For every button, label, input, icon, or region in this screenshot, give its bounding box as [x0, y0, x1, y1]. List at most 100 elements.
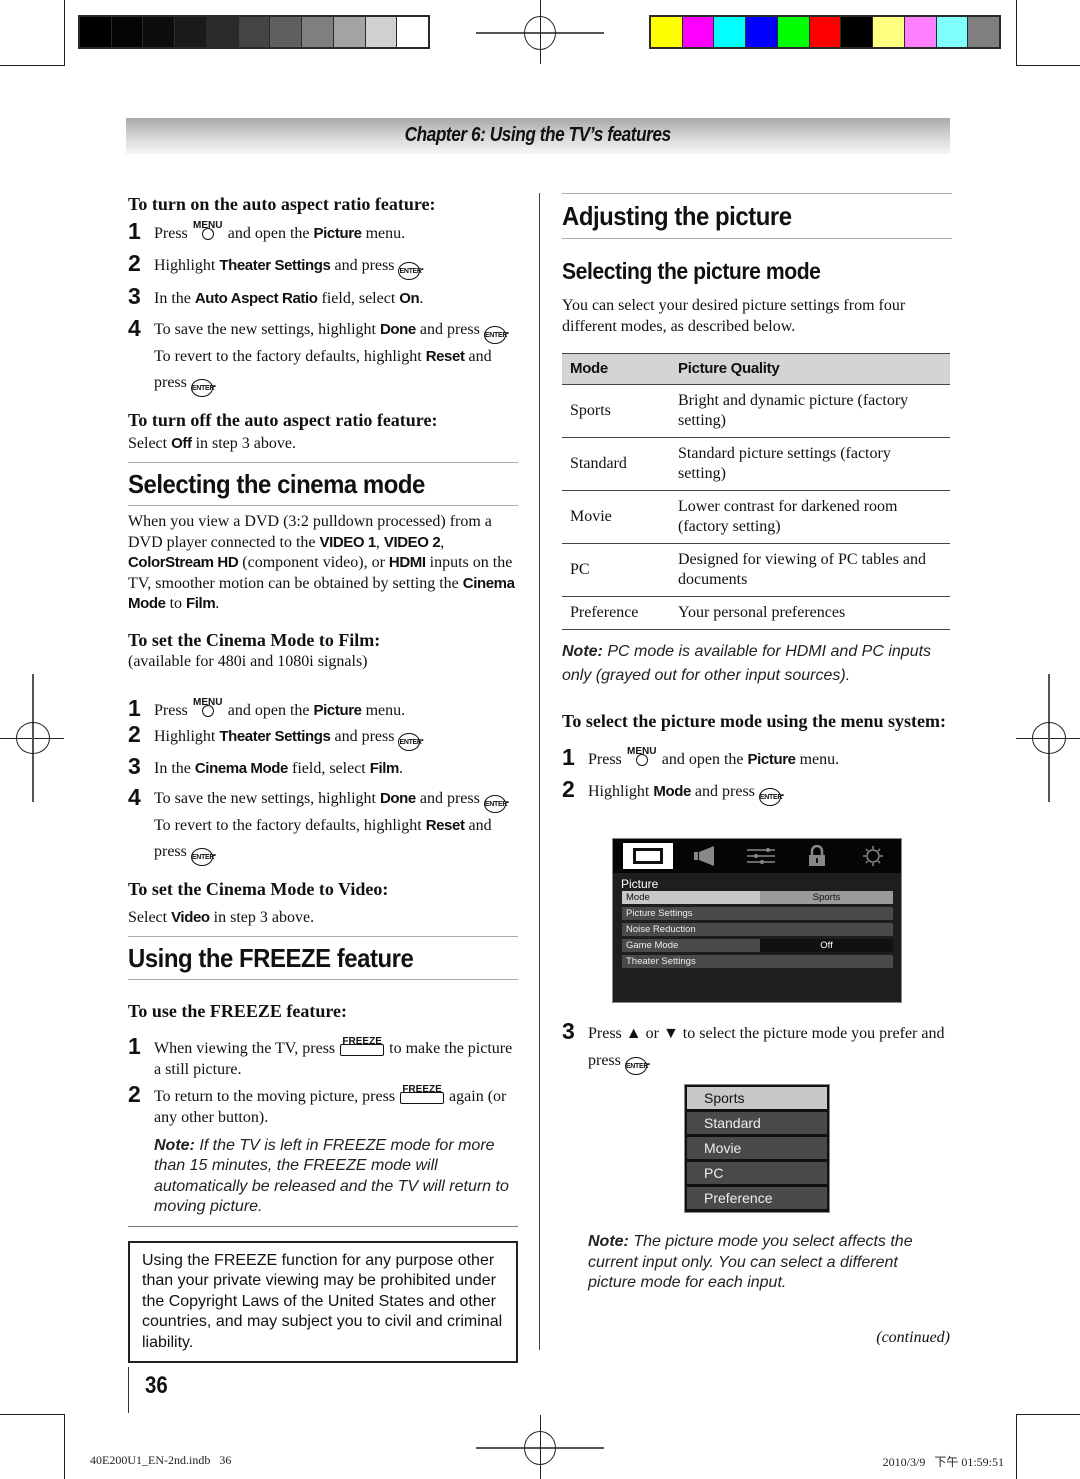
right-column: Adjusting the picture Selecting the pict… [562, 190, 952, 1346]
quality-cell: Designed for viewing of PC tables and do… [670, 543, 950, 597]
color-swatch [936, 17, 968, 47]
freeze-button-icon: FREEZE [339, 1036, 385, 1056]
color-swatch [714, 17, 746, 47]
enter-button-icon: ENTER [398, 262, 422, 280]
section-rule [128, 978, 518, 980]
picture-mode-option[interactable]: Sports [687, 1087, 827, 1109]
color-calibration-bar [649, 15, 1001, 49]
tv-menu-row-value: Sports [760, 891, 893, 904]
auto-on-step-1: 1 Press MENU and open the Picture menu. [128, 218, 406, 244]
cinema-mode-description: When you view a DVD (3:2 pulldown proces… [128, 513, 515, 612]
enter-button-icon: ENTER [190, 379, 214, 397]
cinema-mode-heading: Selecting the cinema mode [128, 469, 425, 499]
menu-button-icon: MENU [192, 220, 224, 240]
auto-off-text: Select Off in step 3 above. [128, 435, 296, 452]
film-step-1: 1 Press MENU and open the Picture menu. [128, 694, 406, 721]
gray-swatch [111, 17, 143, 47]
video-heading: To set the Cinema Mode to Video: [128, 878, 389, 899]
tv-menu-row[interactable]: Mode Sports [622, 891, 893, 904]
color-swatch [777, 17, 809, 47]
adjusting-picture-heading: Adjusting the picture [562, 201, 792, 231]
down-arrow-icon: ▼ [662, 1025, 679, 1042]
freeze-button-icon: FREEZE [399, 1084, 445, 1104]
picture-tab-icon [623, 843, 674, 869]
registration-mark-bottom [476, 1415, 604, 1479]
picture-mode-option[interactable]: PC [687, 1162, 827, 1184]
gray-swatch [80, 17, 111, 47]
crop-mark-tl-h [0, 65, 64, 66]
auto-on-step-3: 3 In the Auto Aspect Ratio field, select… [128, 283, 424, 309]
tv-menu-row[interactable]: Theater Settings [622, 955, 893, 968]
table-header-row: Mode Picture Quality [562, 353, 950, 385]
tv-menu-tabs [613, 839, 901, 873]
tv-menu-row[interactable]: Noise Reduction [622, 923, 893, 936]
gray-swatch [175, 17, 206, 47]
mode-cell: Sports [562, 384, 670, 438]
gray-swatch [270, 17, 302, 47]
registration-mark-top [476, 0, 604, 64]
lock-tab-icon [789, 839, 845, 873]
color-swatch [682, 17, 714, 47]
tv-menu-title: Picture [621, 877, 659, 891]
copyright-warning-box: Using the FREEZE function for any purpos… [128, 1240, 518, 1363]
picture-mode-step-3: 3 Press ▲ or ▼ to select the picture mod… [562, 1018, 968, 1075]
picture-mode-table: Mode Picture Quality Sports Bright and dy… [562, 353, 950, 630]
tv-menu-row[interactable]: Game Mode Off [622, 939, 893, 952]
film-step-3: 3 In the Cinema Mode field, select Film. [128, 752, 403, 779]
picture-mode-option[interactable]: Standard [687, 1112, 827, 1134]
gray-swatch [333, 17, 365, 47]
slug-filename: 40E200U1_EN-2nd.indb 36 [90, 1453, 232, 1467]
gray-swatch [206, 17, 238, 47]
enter-button-icon: ENTER [483, 326, 507, 344]
picture-mode-list: Sports Standard Movie PC Preference [684, 1084, 830, 1213]
crop-mark-tl-v [64, 0, 65, 66]
picture-mode-option[interactable]: Preference [687, 1187, 827, 1209]
color-swatch [809, 17, 841, 47]
auto-on-step-2: 2 Highlight Theater Settings and press E… [128, 252, 518, 280]
chapter-header: Chapter 6: Using the TV’s features [126, 118, 950, 154]
enter-button-icon: ENTER [190, 847, 214, 866]
mode-cell: Standard [562, 437, 670, 491]
mode-cell: Preference [562, 596, 670, 630]
section-rule [562, 193, 952, 194]
left-column: To turn on the auto aspect ratio feature… [128, 190, 518, 1363]
enter-button-icon: ENTER [758, 788, 782, 806]
gray-swatch [397, 17, 429, 47]
table-row: Standard Standard picture settings (facto… [562, 437, 950, 491]
tv-menu-row-label: Mode [622, 891, 760, 904]
registration-mark-right [1016, 674, 1080, 802]
gray-swatch [365, 17, 397, 47]
quality-cell: Lower contrast for darkened room (factor… [670, 490, 950, 544]
crop-mark-tr-h [1016, 65, 1080, 66]
auto-off-heading: To turn off the auto aspect ratio featur… [128, 410, 438, 430]
picture-mode-option[interactable]: Movie [687, 1137, 827, 1159]
table-row: Movie Lower contrast for darkened room (f… [562, 490, 950, 544]
tv-menu-row-value: Off [760, 939, 893, 952]
crop-mark-br-h [1016, 1414, 1080, 1415]
crop-mark-tr-v [1016, 0, 1017, 66]
slug-timestamp: 2010/3/9 下午 01:59:51 [882, 1455, 1004, 1469]
gray-swatch [238, 17, 270, 47]
section-rule [562, 238, 952, 239]
picture-mode-step-2: 2 Highlight Mode and press ENTER. [562, 778, 952, 806]
enter-button-icon: ENTER [483, 794, 507, 813]
picture-mode-intro: You can select your desired picture sett… [562, 297, 906, 335]
film-step-2: 2 Highlight Theater Settings and press E… [128, 722, 518, 751]
freeze-step-1: 1 When viewing the TV, press FREEZE to m… [128, 1032, 513, 1078]
freeze-step-2: 2 To return to the moving picture, press… [128, 1080, 507, 1126]
crop-mark-br-v [1016, 1414, 1017, 1479]
quality-cell: Bright and dynamic picture (factory sett… [670, 384, 950, 438]
tv-menu-row-label: Game Mode [626, 940, 679, 951]
gray-swatch [143, 17, 175, 47]
color-swatch [841, 17, 873, 47]
color-swatch [746, 17, 777, 47]
page-number-bar [128, 1367, 129, 1413]
section-rule [128, 1225, 518, 1227]
tv-menu-row[interactable]: Picture Settings [622, 907, 893, 920]
tv-menu-row-label: Theater Settings [626, 956, 696, 967]
auto-on-step-4: 4 To save the new settings, highlight Do… [128, 315, 518, 397]
crop-mark-bl-v [64, 1414, 65, 1479]
freeze-sub-heading: To use the FREEZE feature: [128, 1000, 348, 1021]
film-step-4: 4 To save the new settings, highlight Do… [128, 784, 518, 866]
table-row: Sports Bright and dynamic picture (factor… [562, 384, 950, 438]
